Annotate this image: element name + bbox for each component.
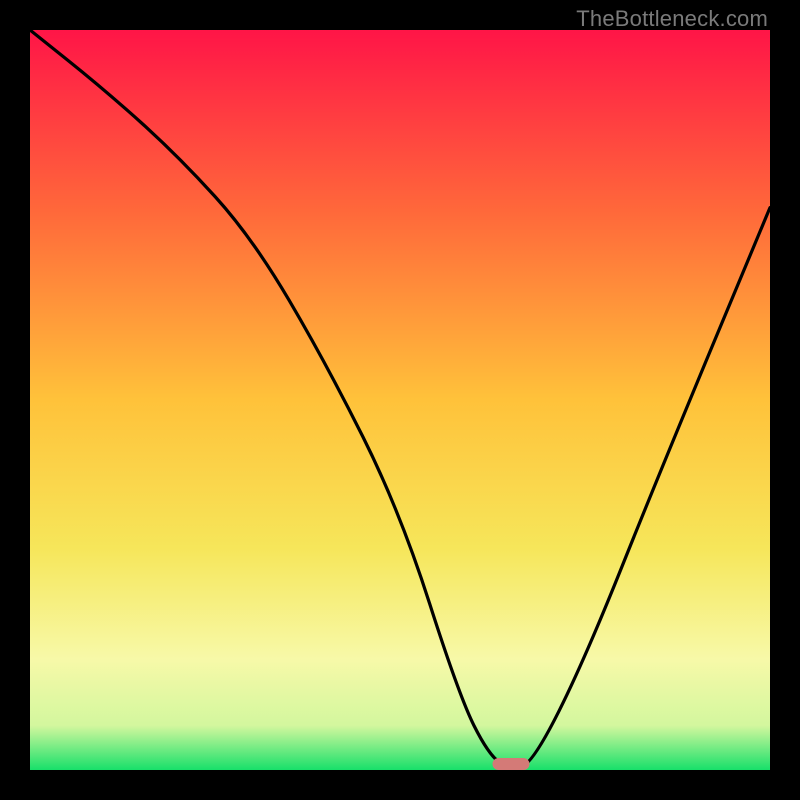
curve-line [30, 30, 770, 768]
optimal-marker [493, 758, 530, 770]
watermark-label: TheBottleneck.com [576, 6, 768, 32]
chart-frame: TheBottleneck.com [0, 0, 800, 800]
plot-area [30, 30, 770, 770]
bottleneck-curve [30, 30, 770, 770]
